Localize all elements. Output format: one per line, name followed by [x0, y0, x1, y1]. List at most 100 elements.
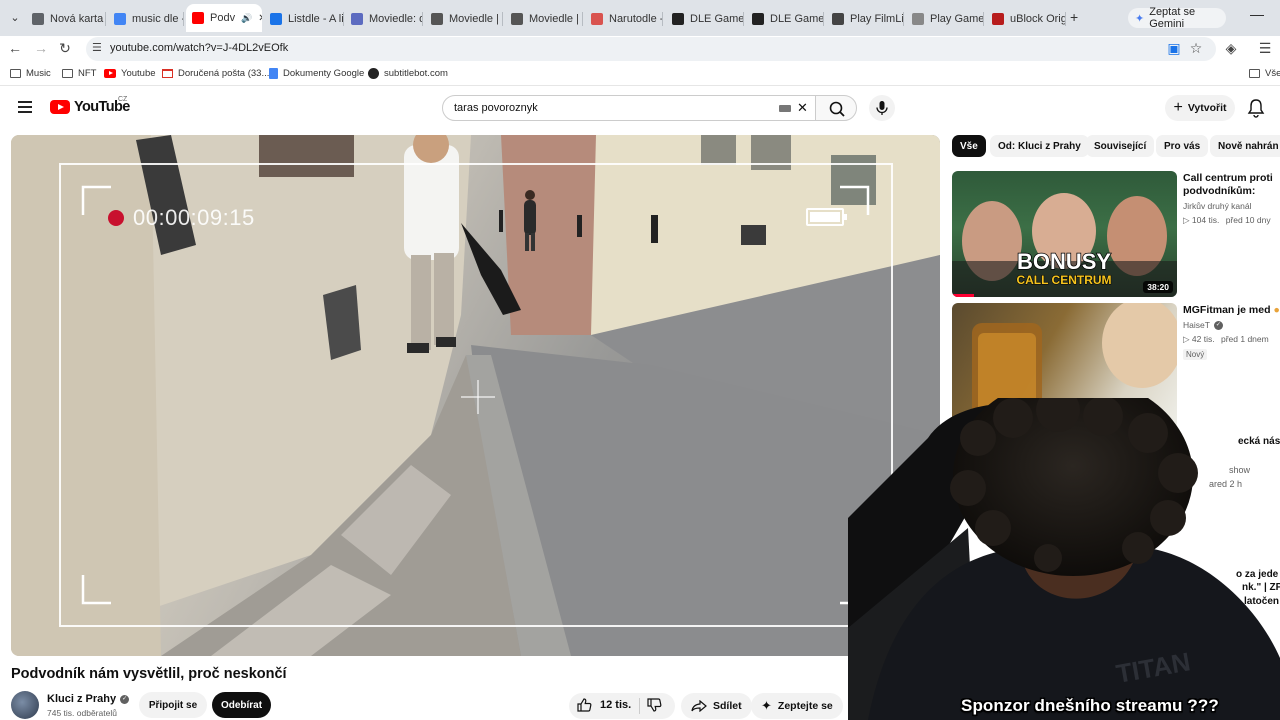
tab-label: Nová karta	[50, 13, 104, 25]
back-icon[interactable]: ←	[6, 40, 24, 56]
minimize-button[interactable]: —	[1250, 6, 1264, 22]
audio-playing-icon[interactable]: 🔊	[241, 13, 252, 24]
chip-related[interactable]: Související	[1086, 135, 1155, 157]
tab-favicon-icon	[832, 13, 844, 25]
notifications-icon[interactable]	[1247, 98, 1265, 118]
verified-icon: ✓	[120, 694, 130, 704]
gemini-button[interactable]: ✦ Zeptat se Gemini	[1128, 6, 1226, 30]
search-button[interactable]	[815, 95, 857, 121]
bookmark-all[interactable]: Vše	[1249, 68, 1280, 79]
browser-tab[interactable]: uBlock Origi	[986, 8, 1066, 30]
bookmark-label: Dokumenty Google	[283, 68, 365, 79]
browser-tab[interactable]: Listdle - A lis	[264, 8, 344, 30]
keyboard-icon[interactable]	[779, 105, 791, 112]
bookmark-star-icon[interactable]: ☆	[1187, 40, 1205, 57]
tab-favicon-icon	[672, 13, 684, 25]
recommended-video-1[interactable]: BONUSY CALL CENTRUM 38:20 Call centrum p…	[952, 171, 1280, 297]
bookmarks-bar: Music NFT Youtube Doručená pošta (33... …	[0, 62, 1280, 86]
install-app-icon[interactable]: ▣	[1165, 40, 1183, 57]
like-count: 12 tis.	[600, 699, 632, 711]
tab-separator	[983, 12, 984, 26]
video-channel[interactable]: HaiseT ✓	[1183, 320, 1223, 330]
browser-tab[interactable]: Moviedle: de	[345, 8, 423, 30]
youtube-logo[interactable]: YouTube CZ	[50, 96, 130, 115]
dislike-button[interactable]	[647, 698, 662, 717]
bookmark-subtitlebot[interactable]: subtitlebot.com	[368, 68, 448, 79]
chip-recently-uploaded[interactable]: Nově nahrán	[1210, 135, 1280, 157]
close-tab-icon[interactable]: ✕	[258, 13, 262, 24]
browser-tab[interactable]: Play Gamedl	[906, 8, 984, 30]
browser-tab-bar: ⌄ Nová karta music dle - Podv 🔊 ✕ Listdle - …	[0, 0, 1280, 36]
tab-separator	[502, 12, 503, 26]
create-button[interactable]: + Vytvořit	[1165, 95, 1235, 121]
docs-icon	[269, 68, 278, 79]
reload-icon[interactable]: ↻	[56, 40, 74, 57]
folder-icon	[62, 69, 73, 78]
bookmark-youtube[interactable]: Youtube	[104, 68, 156, 79]
tab-label: Play Gamedl	[930, 13, 984, 25]
new-tab-button[interactable]: +	[1070, 9, 1078, 25]
rec-title-text: MGFitman je med	[1183, 304, 1271, 316]
channel-name[interactable]: Kluci z Prahy ✓	[47, 693, 130, 705]
browser-tab[interactable]: Moviedle | Th	[425, 8, 503, 30]
reading-list-icon[interactable]: ☰	[1256, 40, 1274, 57]
channel-name-text[interactable]: Kluci z Prahy	[47, 693, 116, 705]
video-title[interactable]: MGFitman je med ●	[1183, 304, 1280, 317]
chip-for-you[interactable]: Pro vás	[1156, 135, 1209, 157]
video-channel[interactable]: Jirkův druhý kanál	[1183, 201, 1252, 211]
url-text[interactable]: youtube.com/watch?v=J-4DL2vEOfk	[110, 42, 288, 54]
webcam-image: TITAN	[848, 398, 1280, 720]
share-icon	[691, 700, 707, 712]
bookmark-nft[interactable]: NFT	[62, 68, 96, 79]
verified-icon: ✓	[1213, 320, 1223, 330]
sparkle-icon: ✦	[761, 698, 772, 713]
rec-age: před 10 dny	[1225, 215, 1271, 225]
tab-search-button[interactable]: ⌄	[6, 9, 24, 27]
site-info-icon[interactable]: ☰	[92, 41, 102, 54]
browser-tab[interactable]: Moviedle | Th	[505, 8, 583, 30]
youtube-header: YouTube CZ taras povoroznyk ✕ + Vytvořit	[0, 87, 1280, 131]
browser-tab[interactable]: Podv 🔊 ✕	[186, 4, 262, 32]
microphone-icon	[876, 101, 888, 115]
extensions-icon[interactable]: ◈	[1222, 40, 1240, 57]
channel-avatar[interactable]	[11, 691, 39, 719]
voice-search-button[interactable]	[869, 95, 895, 121]
tab-separator	[1065, 12, 1066, 26]
search-query[interactable]: taras povoroznyk	[454, 102, 538, 114]
forward-icon[interactable]: →	[32, 40, 50, 56]
bookmark-docs[interactable]: Dokumenty Google	[269, 68, 364, 79]
browser-tab[interactable]: Narutodle -	[585, 8, 663, 30]
bookmark-label: Youtube	[121, 68, 156, 79]
streamer-webcam: TITAN	[848, 398, 1280, 720]
share-button[interactable]: Sdílet	[681, 693, 752, 719]
recording-timestamp: 00:00:09:15	[133, 205, 255, 230]
youtube-play-icon	[50, 100, 70, 114]
video-thumbnail[interactable]: BONUSY CALL CENTRUM 38:20	[952, 171, 1177, 297]
browser-tab[interactable]: Play FilmLink	[826, 8, 904, 30]
bookmark-label: Vše	[1265, 68, 1280, 79]
bookmark-label: subtitlebot.com	[384, 68, 448, 79]
ask-button[interactable]: ✦ Zeptejte se	[751, 693, 843, 719]
bookmark-gmail[interactable]: Doručená pošta (33...	[162, 68, 269, 79]
search-input[interactable]: taras povoroznyk ✕	[442, 95, 816, 121]
video-player[interactable]: 00:00:09:15	[11, 135, 940, 656]
share-label: Sdílet	[713, 700, 742, 712]
like-button[interactable]: 12 tis.	[577, 698, 631, 712]
subscribe-button[interactable]: Odebírat	[212, 692, 271, 718]
clear-search-icon[interactable]: ✕	[797, 100, 808, 116]
bookmark-music[interactable]: Music	[10, 68, 51, 79]
tab-label: uBlock Origi	[1010, 13, 1066, 25]
browser-tab[interactable]: DLE Games	[666, 8, 744, 30]
video-title[interactable]: Call centrum proti podvodníkům: BONUSY	[1183, 172, 1280, 198]
chip-all[interactable]: Vše	[952, 135, 986, 157]
tab-favicon-icon	[32, 13, 44, 25]
browser-tab[interactable]: Nová karta	[26, 8, 106, 30]
menu-icon[interactable]	[18, 101, 32, 113]
country-code: CZ	[118, 96, 128, 103]
address-bar[interactable]: ☰ youtube.com/watch?v=J-4DL2vEOfk	[86, 37, 1216, 61]
browser-tab[interactable]: music dle -	[108, 8, 184, 30]
join-button[interactable]: Připojit se	[139, 692, 207, 718]
ask-label: Zeptejte se	[777, 700, 833, 712]
chip-channel[interactable]: Od: Kluci z Prahy	[990, 135, 1089, 157]
browser-tab[interactable]: DLE Games	[746, 8, 824, 30]
